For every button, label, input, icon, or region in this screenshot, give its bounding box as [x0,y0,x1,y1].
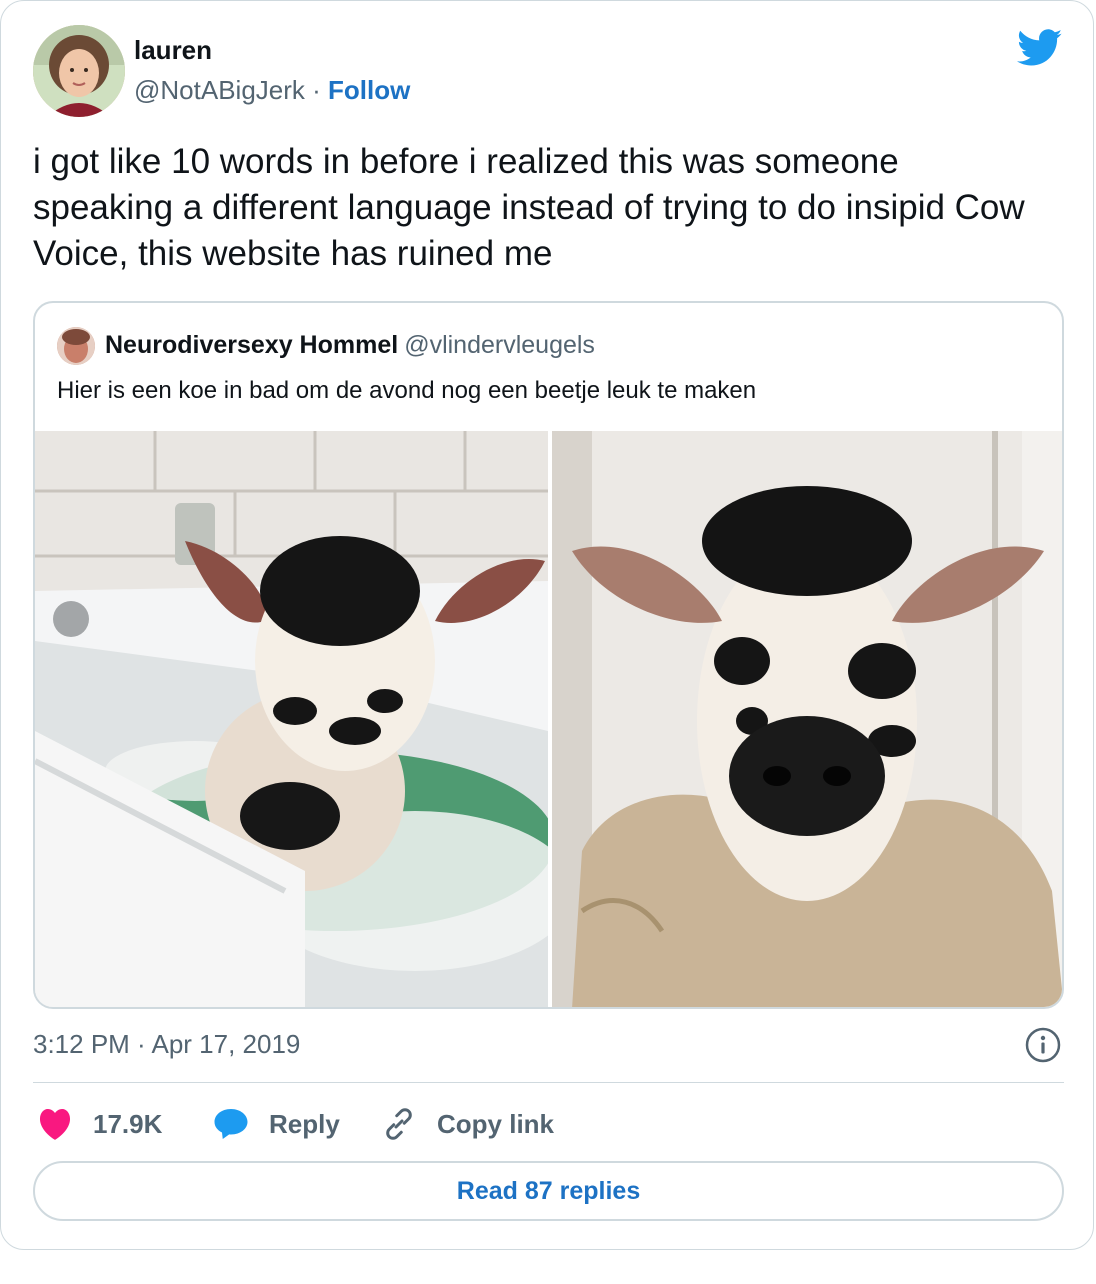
quoted-author-handle[interactable]: @vlindervleugels [404,331,595,359]
quoted-author-line: Neurodiversexy Hommel @vlindervleugels [105,331,595,360]
reply-button[interactable]: Reply [213,1101,340,1147]
tweet-timestamp[interactable]: 3:12 PM · Apr 17, 2019 [33,1029,300,1060]
tweet-text: i got like 10 words in before i realized… [33,142,1025,273]
like-button[interactable]: 17.9K [37,1101,162,1147]
divider [33,1082,1064,1083]
copy-link-button[interactable]: Copy link [381,1101,554,1147]
info-icon[interactable] [1025,1027,1061,1063]
reply-label: Reply [269,1108,340,1139]
quoted-author-avatar[interactable] [57,327,95,365]
cow-in-towel-photo[interactable] [552,431,1062,1007]
quoted-tweet[interactable]: Neurodiversexy Hommel @vlindervleugels Hi… [33,301,1064,1009]
author-handle[interactable]: @NotABigJerk [134,75,305,105]
copy-link-label: Copy link [437,1108,555,1139]
reply-bubble-icon [214,1109,248,1139]
cow-in-bathtub-photo[interactable] [35,431,548,1007]
read-replies-button[interactable]: Read 87 replies [33,1161,1064,1221]
separator-dot: · [312,75,321,105]
follow-link[interactable]: Follow [328,75,410,105]
author-avatar[interactable] [33,25,125,117]
quoted-tweet-text: Hier is een koe in bad om de avond nog e… [57,377,757,404]
heart-icon [39,1109,71,1140]
author-name[interactable]: lauren [134,35,212,66]
read-replies-label: Read 87 replies [456,1176,641,1205]
quoted-author-name[interactable]: Neurodiversexy Hommel [105,331,398,359]
tweet-card: lauren @NotABigJerk · Follow i got like … [0,0,1094,1250]
link-icon [386,1108,412,1140]
like-count: 17.9K [93,1108,163,1139]
twitter-bird-icon[interactable] [1017,29,1063,67]
author-handle-line: @NotABigJerk · Follow [134,75,410,106]
